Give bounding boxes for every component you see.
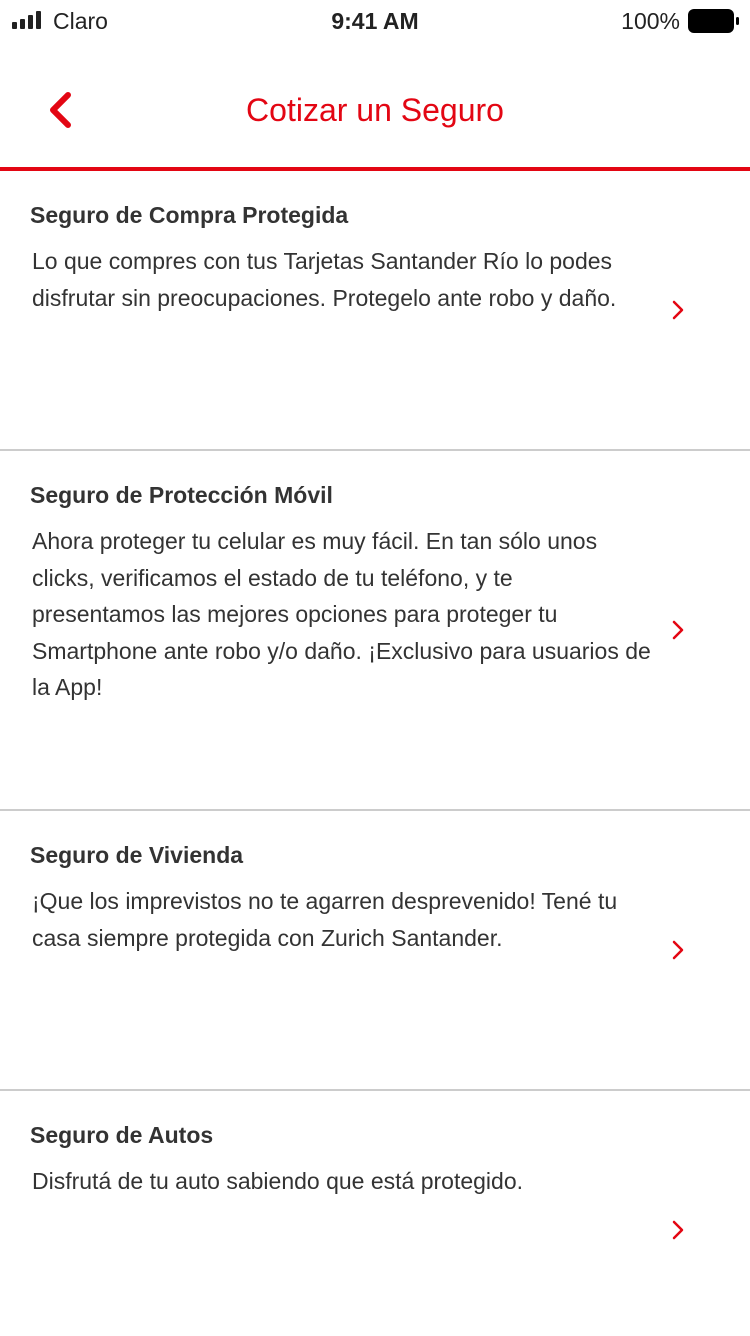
chevron-right-icon [672,1220,684,1240]
item-description: Ahora proteger tu celular es muy fácil. … [32,528,651,700]
battery-percent: 100% [621,8,680,34]
page-title: Cotizar un Seguro [246,92,504,128]
status-bar: Claro 9:41 AM 100% [0,0,750,40]
insurance-list: Seguro de Compra Protegida Lo que compre… [0,171,750,1336]
chevron-right-icon [672,940,684,960]
item-description: Disfrutá de tu auto sabiendo que está pr… [32,1168,524,1194]
insurance-item-autos[interactable]: Seguro de Autos Disfrutá de tu auto sabi… [0,1091,750,1336]
item-title: Seguro de Protección Móvil [30,482,333,508]
insurance-item-proteccion-movil[interactable]: Seguro de Protección Móvil Ahora protege… [0,451,750,811]
insurance-item-vivienda[interactable]: Seguro de Vivienda ¡Que los imprevistos … [0,811,750,1091]
item-title: Seguro de Compra Protegida [30,202,349,228]
navigation-bar: Cotizar un Seguro [0,40,750,168]
item-title: Seguro de Vivienda [30,842,244,868]
insurance-item-compra-protegida[interactable]: Seguro de Compra Protegida Lo que compre… [0,171,750,451]
item-description: ¡Que los imprevistos no te agarren despr… [32,888,618,951]
chevron-right-icon [672,300,684,320]
chevron-right-icon [672,620,684,640]
item-description: Lo que compres con tus Tarjetas Santande… [32,248,617,311]
battery-icon [688,9,739,33]
item-title: Seguro de Autos [30,1122,214,1148]
